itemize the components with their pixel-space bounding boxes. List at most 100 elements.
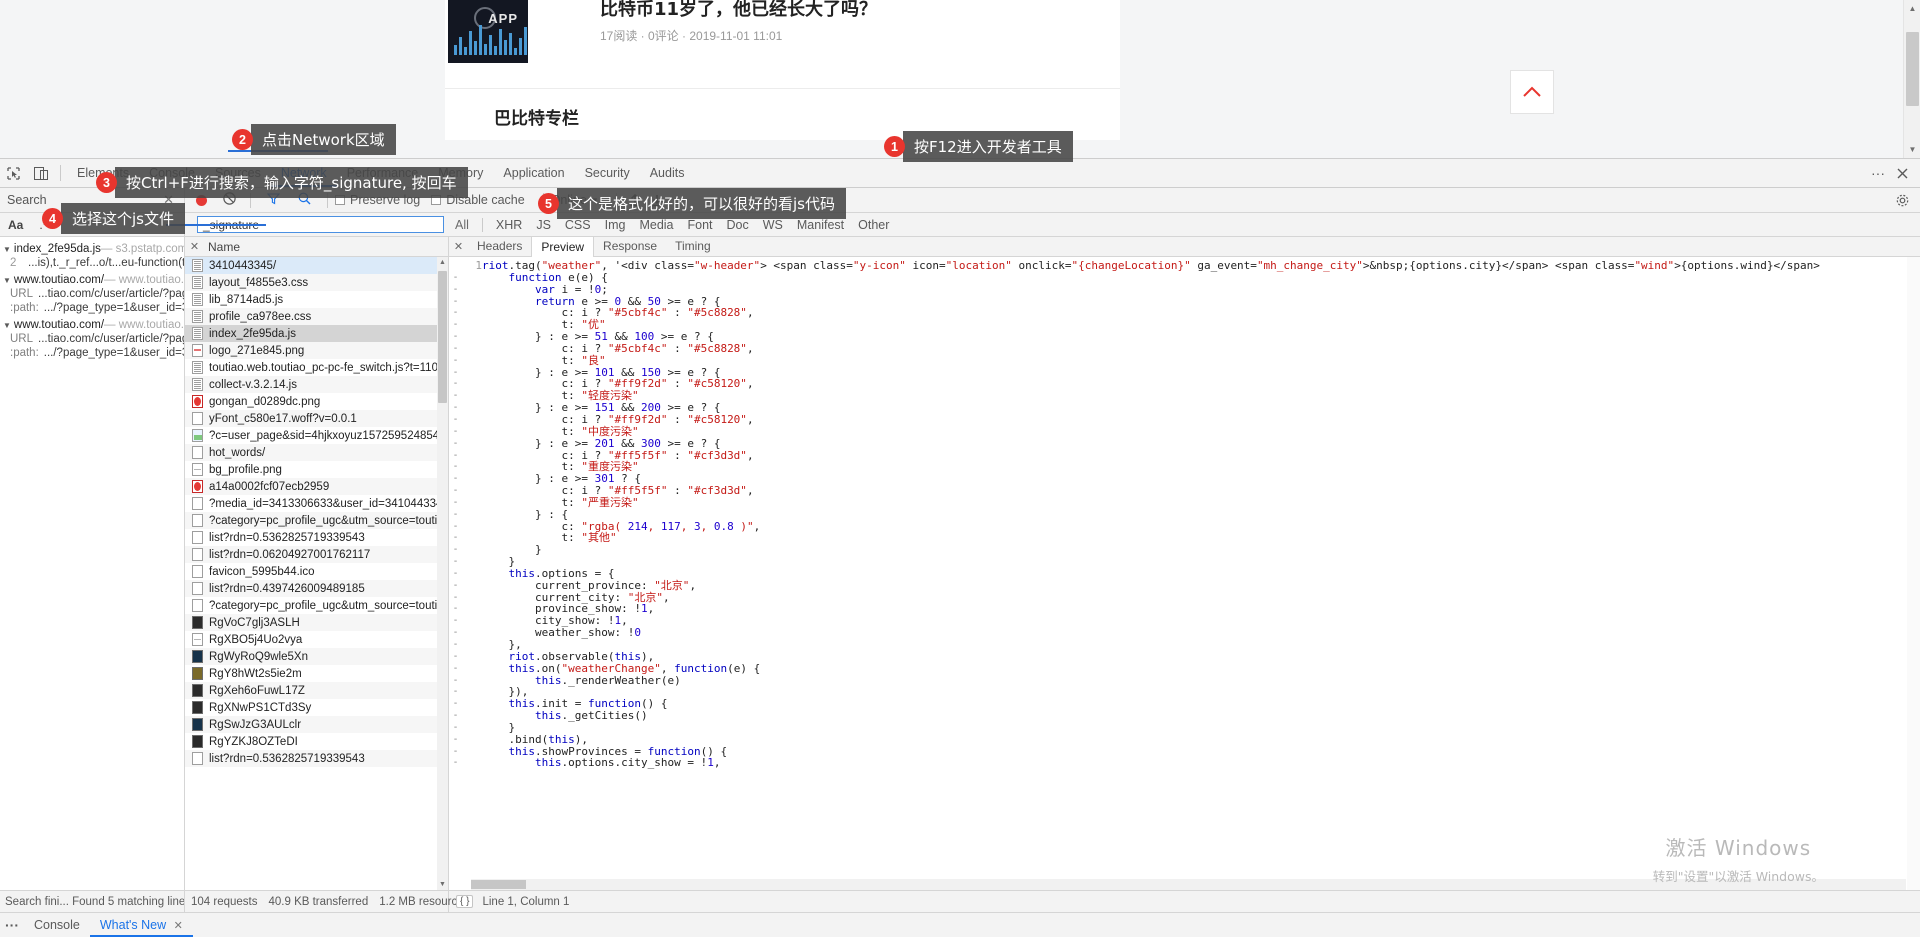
code-fold-marker[interactable]: -	[449, 367, 462, 379]
network-row[interactable]: RgVoC7glj3ASLH	[185, 614, 448, 631]
code-fold-marker[interactable]: -	[449, 426, 462, 438]
code-line[interactable]: c: i ? "#ff5f5f" : "#cf3d3d",	[482, 485, 1920, 497]
search-result-header[interactable]: ▼ index_2fe95da.js — s3.pstatp.com/to...	[0, 242, 184, 256]
code-content[interactable]: riot.tag("weather", '<div class="w-heade…	[482, 257, 1920, 890]
scrollbar-thumb[interactable]	[1906, 32, 1919, 106]
code-line[interactable]: t: "其他"	[482, 532, 1920, 544]
column-header-name[interactable]: Name	[204, 240, 240, 254]
code-viewer[interactable]: ----------------------------------------…	[449, 257, 1920, 890]
code-fold-marker[interactable]: -	[449, 450, 462, 462]
search-result-file[interactable]: www.toutiao.com/	[14, 274, 104, 286]
pretty-print-braces-icon[interactable]: { }	[456, 895, 474, 908]
code-fold-marker[interactable]: -	[449, 284, 462, 296]
code-fold-marker[interactable]: -	[449, 272, 462, 284]
filter-type-doc[interactable]: Doc	[720, 218, 756, 232]
code-line[interactable]: city_show: !1,	[482, 615, 1920, 627]
code-line[interactable]: this.options = {	[482, 568, 1920, 580]
code-line[interactable]: }	[482, 556, 1920, 568]
network-row[interactable]: list?rdn=0.4397426009489185	[185, 580, 448, 597]
code-fold-marker[interactable]: -	[449, 521, 462, 533]
code-fold-marker[interactable]: -	[449, 663, 462, 675]
filter-type-manifest[interactable]: Manifest	[790, 218, 851, 232]
network-row[interactable]: RgYZKJ8OZTeDI	[185, 733, 448, 750]
code-line[interactable]: weather_show: !0	[482, 627, 1920, 639]
network-row[interactable]: collect-v.3.2.14.js	[185, 376, 448, 393]
code-fold-marker[interactable]: -	[449, 675, 462, 687]
code-fold-gutter[interactable]: ----------------------------------------…	[449, 257, 462, 890]
search-result-line[interactable]: URL ...tiao.com/c/user/article/?page_...	[0, 332, 184, 346]
more-vertical-icon[interactable]: · · ·	[0, 918, 24, 932]
filter-type-other[interactable]: Other	[851, 218, 896, 232]
more-vertical-icon[interactable]: · · ·	[1867, 160, 1889, 186]
search-result-line[interactable]: :path: .../?page_type=1&user_id=34...	[0, 301, 184, 315]
code-line[interactable]: this._renderWeather(e)	[482, 674, 1920, 687]
article-thumbnail[interactable]: APP	[448, 0, 528, 63]
code-vertical-scrollbar[interactable]	[1907, 257, 1920, 890]
network-row[interactable]: gongan_d0289dc.png	[185, 393, 448, 410]
tab-headers[interactable]: Headers	[468, 237, 531, 256]
search-result-line[interactable]: 2 ...is),t._r_ref...o/t...eu-function(t)…	[0, 256, 184, 270]
code-line[interactable]: current_city: "北京",	[482, 591, 1920, 604]
network-row[interactable]: hot_words/	[185, 444, 448, 461]
search-results-pane[interactable]: ▼ index_2fe95da.js — s3.pstatp.com/to...…	[0, 237, 185, 890]
network-row[interactable]: RgXeh6oFuwL17Z	[185, 682, 448, 699]
inspect-element-icon[interactable]	[0, 160, 27, 186]
search-result-file[interactable]: index_2fe95da.js	[14, 243, 101, 255]
drawer-tab-console[interactable]: Console	[24, 913, 90, 937]
network-request-list[interactable]: ✕ Name 3410443345/layout_f4855e3.css lib_…	[185, 237, 449, 890]
code-fold-marker[interactable]: -	[449, 331, 462, 343]
code-fold-marker[interactable]: -	[449, 592, 462, 604]
code-fold-marker[interactable]: -	[449, 710, 462, 722]
filter-type-css[interactable]: CSS	[558, 218, 598, 232]
close-icon[interactable]: ✕	[185, 240, 204, 253]
device-toolbar-icon[interactable]	[27, 160, 54, 186]
back-to-top-button[interactable]	[1510, 70, 1554, 114]
code-line[interactable]: province_show: !1,	[482, 603, 1920, 615]
case-sensitive-button[interactable]: Aa	[8, 218, 23, 232]
code-fold-marker[interactable]: -	[449, 461, 462, 473]
search-result-header[interactable]: ▼ www.toutiao.com/ — www.toutiao.co...	[0, 273, 184, 287]
search-result-file[interactable]: www.toutiao.com/	[14, 319, 104, 331]
network-rows-container[interactable]: 3410443345/layout_f4855e3.css lib_8714ad5…	[185, 257, 448, 890]
filter-type-img[interactable]: Img	[598, 218, 633, 232]
code-fold-marker[interactable]: -	[449, 319, 462, 331]
code-fold-marker[interactable]: -	[449, 615, 462, 627]
tab-application[interactable]: Application	[493, 159, 574, 187]
code-line[interactable]: c: i ? "#ff5f5f" : "#cf3d3d",	[482, 449, 1920, 462]
tab-response[interactable]: Response	[594, 237, 666, 256]
code-fold-marker[interactable]: -	[449, 544, 462, 556]
code-fold-marker[interactable]: -	[449, 485, 462, 497]
code-fold-marker[interactable]: -	[449, 402, 462, 414]
filter-type-all[interactable]: All	[448, 217, 476, 233]
page-scrollbar[interactable]: ▲ ▼	[1903, 0, 1920, 158]
code-fold-marker[interactable]: -	[449, 355, 462, 367]
filter-type-xhr[interactable]: XHR	[489, 218, 529, 232]
network-row[interactable]: RgXNwPS1CTd3Sy	[185, 699, 448, 716]
tab-audits[interactable]: Audits	[640, 159, 695, 187]
code-line[interactable]: c: "rgba( 214, 117, 3, 0.8 )",	[482, 520, 1920, 533]
network-list-scrollbar[interactable]: ▲ ▼	[437, 257, 448, 890]
search-result-line[interactable]: :path: .../?page_type=1&user_id=34...	[0, 346, 184, 360]
network-row[interactable]: ?c=user_page&sid=4hjkxoyuz1572595248545&…	[185, 427, 448, 444]
code-line[interactable]: this.options.city_show = !1,	[482, 757, 1920, 769]
code-fold-marker[interactable]: -	[449, 639, 462, 651]
code-fold-marker[interactable]: -	[449, 734, 462, 746]
code-fold-marker[interactable]: -	[449, 390, 462, 402]
code-line[interactable]: this._getCities()	[482, 710, 1920, 722]
network-row[interactable]: list?rdn=0.06204927001762117	[185, 546, 448, 563]
code-line[interactable]: var i = !0;	[482, 283, 1920, 296]
code-line[interactable]: t: "良"	[482, 354, 1920, 367]
code-line[interactable]: c: i ? "#5cbf4c" : "#5c8828",	[482, 307, 1920, 319]
code-fold-marker[interactable]: -	[449, 414, 462, 426]
code-fold-marker[interactable]: -	[449, 698, 462, 710]
code-fold-marker[interactable]: -	[449, 378, 462, 390]
close-icon[interactable]: ✕	[449, 240, 468, 253]
scroll-up-icon[interactable]: ▲	[437, 257, 448, 268]
network-row[interactable]: ?category=pc_profile_ugc&utm_source=tout…	[185, 597, 448, 614]
code-fold-marker[interactable]	[449, 260, 462, 272]
code-fold-marker[interactable]: -	[449, 509, 462, 521]
filter-type-font[interactable]: Font	[681, 218, 720, 232]
scrollbar-thumb[interactable]	[438, 271, 447, 403]
network-row[interactable]: RgSwJzG3AULclr	[185, 716, 448, 733]
network-row[interactable]: 3410443345/	[185, 257, 448, 274]
